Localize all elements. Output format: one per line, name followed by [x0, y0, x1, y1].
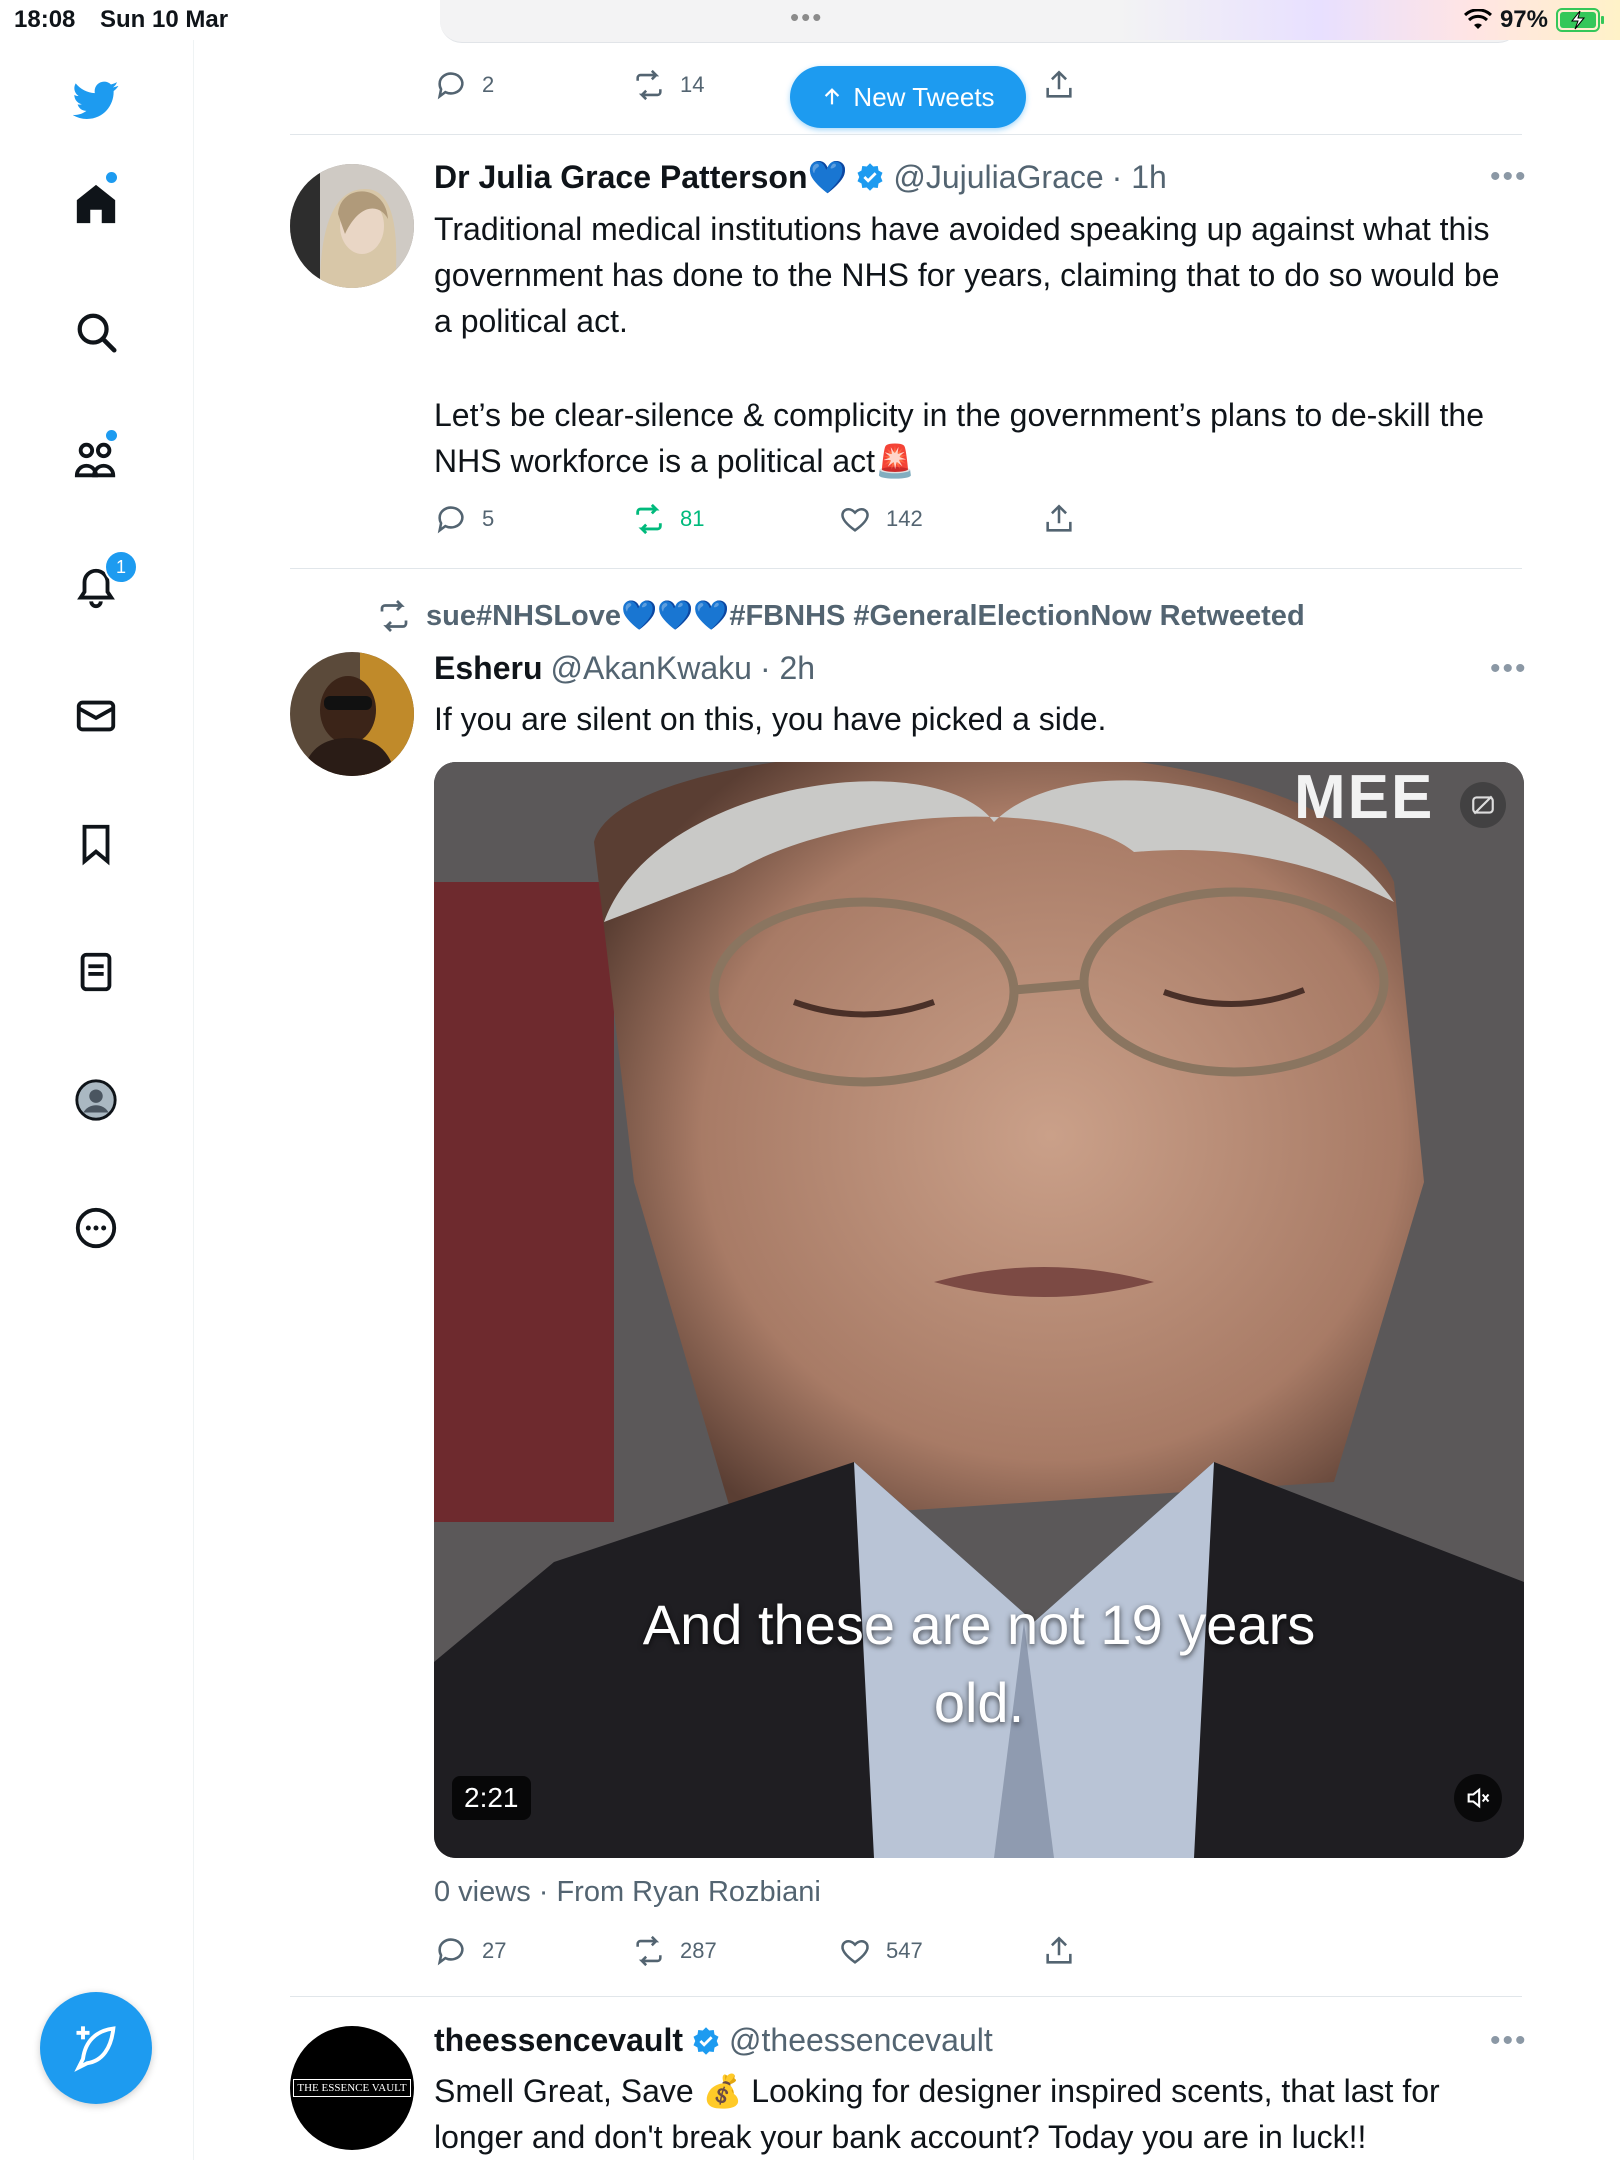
communities-unread-dot [106, 430, 117, 441]
tweet-header: Dr Julia Grace Patterson💙 @JujuliaGrace … [434, 158, 1167, 196]
author-handle[interactable]: @AkanKwaku [550, 650, 751, 687]
notifications-bell-icon[interactable]: 1 [66, 550, 138, 618]
compose-feather-icon [74, 2026, 116, 2072]
divider [290, 1996, 1522, 1997]
reply-action-prev[interactable]: 2 [434, 68, 494, 102]
video-duration: 2:21 [452, 1776, 531, 1820]
share-icon [1046, 70, 1072, 98]
retweet-count: 287 [680, 1938, 717, 1963]
compose-tweet-button[interactable] [40, 1992, 152, 2104]
video-caption-line-2: old. [933, 1671, 1025, 1734]
retweet-icon [636, 1935, 662, 1967]
retweet-icon [636, 503, 662, 535]
mute-button[interactable] [1454, 1774, 1502, 1822]
tweet-text-paragraph-2: Let’s be clear-silence & complicity in t… [434, 397, 1484, 479]
share-icon [1046, 1936, 1072, 1964]
like-count: 547 [886, 1938, 923, 1963]
author-name[interactable]: Esheru [434, 650, 542, 687]
retweet-action[interactable]: 81 [632, 502, 704, 536]
share-action[interactable] [1042, 502, 1076, 536]
video-caption-line-1: And these are not 19 years [642, 1593, 1316, 1656]
tweet-header: Esheru @AkanKwaku · 2h [434, 650, 815, 687]
retweeted-by-text: sue#NHSLove💙💙💙#FBNHS #GeneralElectionNow… [426, 600, 1305, 632]
retweet-count: 14 [680, 72, 705, 97]
reply-icon [437, 72, 464, 100]
like-action[interactable]: 142 [838, 502, 923, 536]
profile-avatar-icon[interactable] [66, 1070, 126, 1130]
retweet-icon [636, 69, 662, 101]
video-player[interactable]: MEE And these are not 19 years old. 2:21 [434, 762, 1524, 1858]
lists-icon[interactable] [66, 942, 126, 1002]
reply-action[interactable]: 5 [434, 502, 494, 536]
wifi-icon [1463, 9, 1492, 29]
sidebar-nav: 1 [0, 40, 194, 2160]
divider [290, 134, 1522, 135]
verified-badge-icon [693, 2026, 719, 2055]
captions-icon[interactable] [1460, 782, 1506, 828]
author-handle[interactable]: @theessencevault [729, 2022, 993, 2059]
search-icon[interactable] [66, 302, 126, 362]
tweet-more-icon[interactable]: ••• [1490, 160, 1528, 194]
reply-count: 2 [482, 72, 495, 97]
author-handle[interactable]: @JujuliaGrace [893, 159, 1103, 196]
notifications-badge: 1 [104, 550, 138, 584]
reply-action[interactable]: 27 [434, 1934, 506, 1968]
status-time: 18:08 [14, 6, 76, 33]
status-date: Sun 10 Mar [100, 6, 229, 33]
battery-percent: 97% [1499, 6, 1548, 33]
tweet-time[interactable]: · 1h [1112, 159, 1167, 196]
tweet-text: Smell Great, Save 💰 Looking for designer… [434, 2073, 1440, 2155]
avatar[interactable] [290, 164, 414, 288]
like-action[interactable]: 547 [838, 1934, 923, 1968]
share-icon [1046, 504, 1072, 532]
tweet-text: If you are silent on this, you have pick… [434, 701, 1107, 737]
tweet-header: theessencevault @theessencevault [434, 2022, 993, 2059]
arrow-up-icon [825, 88, 840, 105]
more-options-icon[interactable] [66, 1198, 126, 1258]
avatar-photo [290, 652, 414, 776]
reply-icon [437, 506, 464, 534]
mee-watermark: MEE [1294, 763, 1435, 832]
new-tweets-label: New Tweets [853, 81, 995, 112]
heart-icon [841, 1940, 869, 1964]
avatar[interactable] [290, 652, 414, 776]
tweet-text: Traditional medical institutions have av… [434, 211, 1500, 339]
status-bar: 18:08 Sun 10 Mar ••• 97% [0, 0, 1620, 40]
retweeted-by-line[interactable]: sue#NHSLove💙💙💙#FBNHS #GeneralElectionNow… [376, 598, 1305, 634]
verified-badge-icon [857, 163, 883, 191]
messages-icon[interactable] [66, 686, 126, 746]
home-icon[interactable] [66, 172, 126, 234]
share-action[interactable] [1042, 1934, 1076, 1968]
author-name[interactable]: theessencevault [434, 2022, 683, 2059]
communities-icon[interactable] [66, 430, 126, 490]
share-action-prev[interactable] [1042, 68, 1076, 102]
tweet-time[interactable]: · 2h [760, 650, 815, 687]
reply-count: 5 [482, 506, 495, 531]
tweet-more-icon[interactable]: ••• [1490, 652, 1528, 686]
status-right: 97% [1463, 6, 1606, 34]
tweet-more-icon[interactable]: ••• [1490, 2024, 1528, 2058]
retweet-icon [380, 600, 408, 632]
new-tweets-button[interactable]: New Tweets [790, 66, 1026, 128]
bookmarks-icon[interactable] [66, 814, 126, 874]
avatar[interactable]: THE ESSENCE VAULT [290, 2026, 414, 2150]
author-name[interactable]: Dr Julia Grace Patterson💙 [434, 158, 847, 196]
battery-charging-icon [1556, 8, 1604, 32]
multitask-dots-icon[interactable]: ••• [790, 2, 823, 33]
heart-icon [841, 508, 869, 532]
video-views-source: 0 views · From Ryan Rozbiani [434, 1876, 821, 1908]
reply-icon [437, 1938, 464, 1966]
speaker-muted-icon [1467, 1787, 1490, 1809]
retweet-action-prev[interactable]: 14 [632, 68, 704, 102]
avatar-photo [290, 164, 414, 288]
cc-icon [1472, 795, 1494, 815]
home-unread-dot [106, 172, 117, 183]
like-count: 142 [886, 506, 923, 531]
reply-count: 27 [482, 1938, 507, 1963]
retweet-count: 81 [680, 506, 705, 531]
avatar-logo-text: THE ESSENCE VAULT [293, 2079, 411, 2097]
divider [290, 568, 1522, 569]
retweet-action[interactable]: 287 [632, 1934, 717, 1968]
twitter-logo-icon[interactable] [66, 70, 126, 130]
